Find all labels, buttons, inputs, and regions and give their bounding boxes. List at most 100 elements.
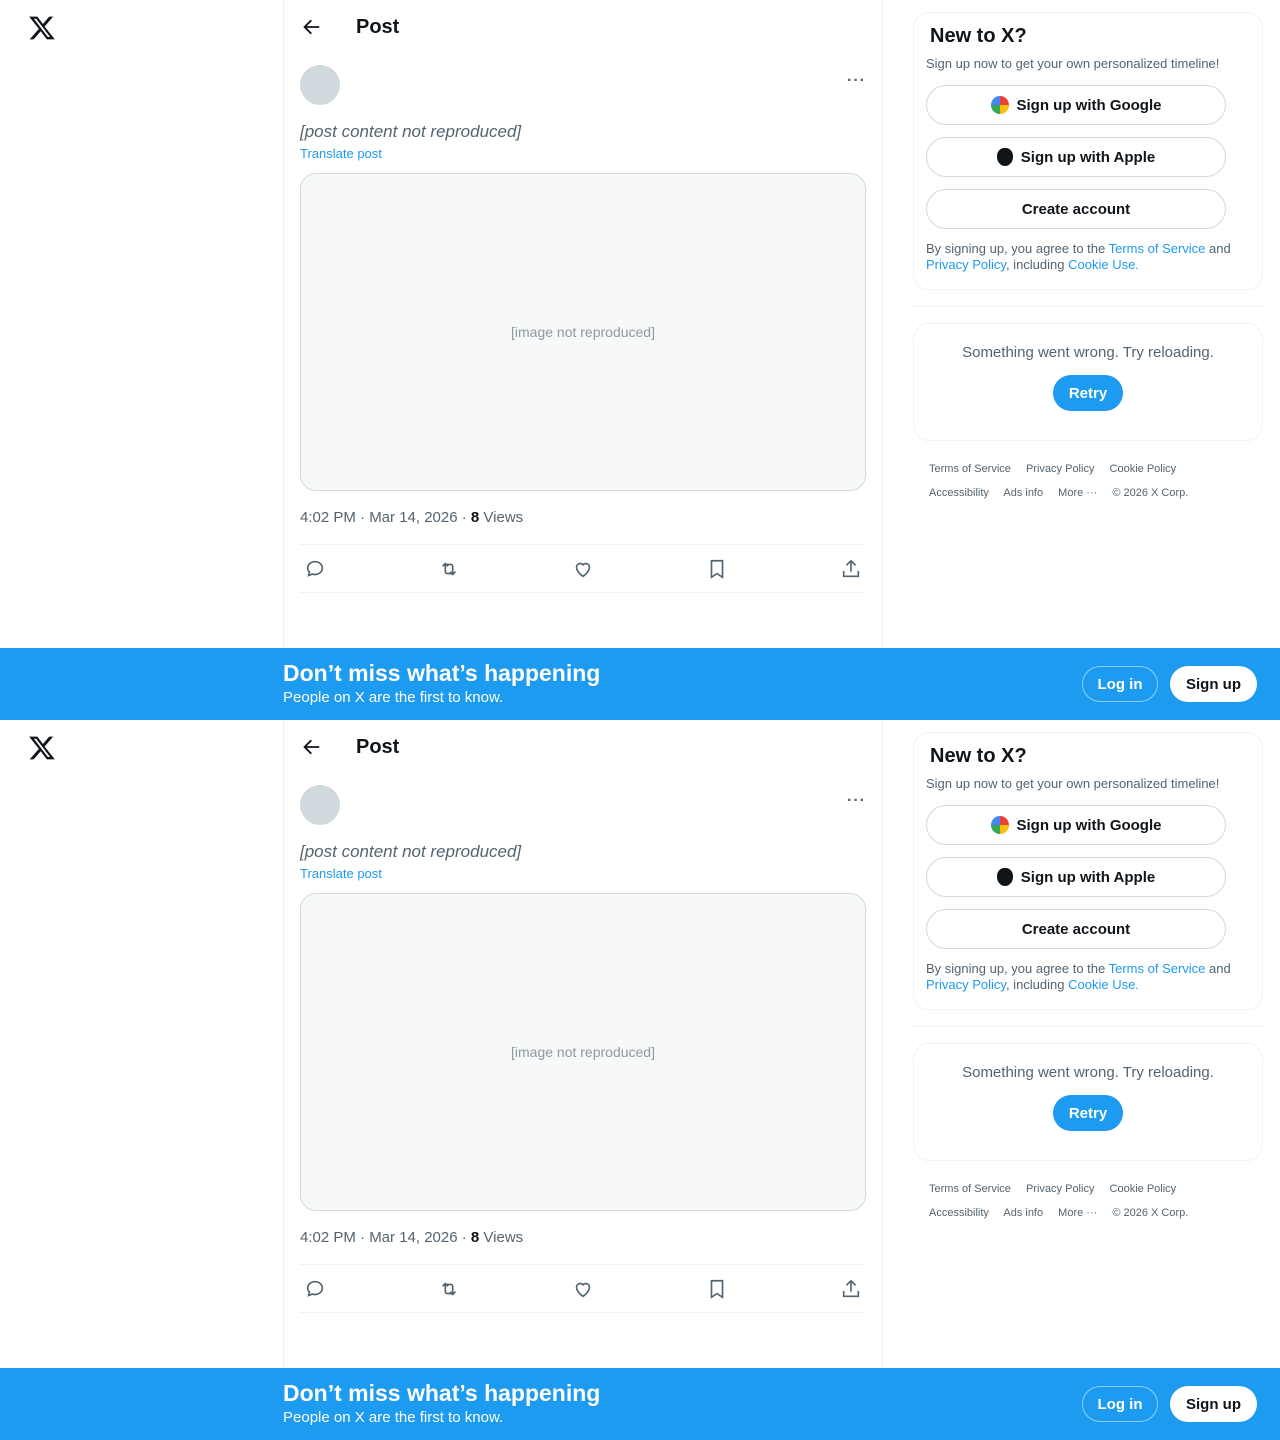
x-logo-icon[interactable]	[28, 14, 56, 42]
right-sidebar: New to X? Sign up now to get your own pe…	[913, 12, 1263, 521]
privacy-link[interactable]: Privacy Policy	[926, 977, 1006, 992]
footer-link[interactable]: Cookie Policy	[1110, 463, 1177, 475]
page-title: Post	[356, 735, 400, 758]
handle[interactable]	[348, 84, 352, 104]
repost-icon[interactable]	[438, 558, 460, 580]
views-count: 8	[470, 1229, 480, 1246]
more-options-icon[interactable]: ···	[847, 72, 866, 90]
footer-link[interactable]: Accessibility	[929, 487, 989, 499]
viewport: Post ··· [post content not reproduced] T…	[0, 0, 1280, 720]
x-logo-icon[interactable]	[28, 734, 56, 762]
footer-link[interactable]: More ···	[1058, 1207, 1097, 1219]
post-text: [post content not reproduced]	[300, 842, 522, 861]
views-label: Views	[479, 509, 524, 526]
translate-link[interactable]: Translate post	[300, 866, 866, 881]
display-name[interactable]	[348, 786, 352, 804]
google-signup-label: Sign up with Google	[1016, 96, 1162, 114]
back-arrow-icon[interactable]	[300, 16, 322, 38]
signup-subtitle: Sign up now to get your own personalized…	[926, 56, 1220, 71]
display-name[interactable]	[348, 66, 352, 84]
signup-button[interactable]: Sign up	[1170, 666, 1257, 702]
author-row: ···	[300, 784, 866, 826]
create-account-button[interactable]: Create account	[926, 909, 1226, 949]
repost-icon[interactable]	[438, 1278, 460, 1300]
apple-icon	[996, 148, 1013, 166]
timestamp[interactable]: 4:02 PM · Mar 14, 2026 ·	[300, 509, 471, 526]
post-column: Post ··· [post content not reproduced] T…	[283, 0, 883, 720]
legal-part-2: and	[1205, 961, 1231, 976]
post-header: Post	[284, 720, 882, 774]
avatar[interactable]	[300, 65, 340, 105]
signup-button[interactable]: Sign up	[1170, 1386, 1257, 1422]
error-text: Something went wrong. Try reloading.	[962, 1064, 1214, 1081]
reply-icon[interactable]	[304, 1278, 326, 1300]
timestamp[interactable]: 4:02 PM · Mar 14, 2026 ·	[300, 1229, 471, 1246]
author-names	[348, 66, 352, 104]
tos-link[interactable]: Terms of Service	[1109, 241, 1206, 256]
reply-icon[interactable]	[304, 558, 326, 580]
post-column: Post ··· [post content not reproduced] T…	[283, 720, 883, 1440]
banner-subtitle: People on X are the first to know.	[283, 689, 504, 706]
post: ··· [post content not reproduced] Transl…	[284, 54, 882, 593]
footer-link[interactable]: Terms of Service	[929, 1183, 1011, 1195]
share-icon[interactable]	[840, 558, 862, 580]
banner-title: Don’t miss what’s happening	[283, 660, 601, 686]
author-row: ···	[300, 64, 866, 106]
google-icon	[990, 96, 1009, 114]
post-media[interactable]: [image not reproduced]	[300, 173, 866, 491]
google-signup-label: Sign up with Google	[1016, 816, 1162, 834]
signup-subtitle: Sign up now to get your own personalized…	[926, 776, 1220, 791]
like-icon[interactable]	[572, 558, 594, 580]
bookmark-icon[interactable]	[706, 558, 728, 580]
retry-button[interactable]: Retry	[1052, 1095, 1124, 1131]
apple-signup-button[interactable]: Sign up with Apple	[926, 857, 1226, 897]
footer-link[interactable]: Ads info	[1003, 487, 1043, 499]
footer-link[interactable]: Cookie Policy	[1110, 1183, 1177, 1195]
create-account-button[interactable]: Create account	[926, 189, 1226, 229]
views-label: Views	[479, 1229, 524, 1246]
back-arrow-icon[interactable]	[300, 736, 322, 758]
error-text: Something went wrong. Try reloading.	[962, 344, 1214, 361]
login-button[interactable]: Log in	[1082, 1386, 1158, 1422]
right-sidebar: New to X? Sign up now to get your own pe…	[913, 732, 1263, 1241]
login-button[interactable]: Log in	[1082, 666, 1158, 702]
footer-link[interactable]: Terms of Service	[929, 463, 1011, 475]
privacy-link[interactable]: Privacy Policy	[926, 257, 1006, 272]
footer-links: Terms of Service Privacy Policy Cookie P…	[913, 1161, 1263, 1241]
legal-part-1: By signing up, you agree to the	[926, 961, 1109, 976]
retry-button[interactable]: Retry	[1052, 375, 1124, 411]
share-icon[interactable]	[840, 1278, 862, 1300]
post: ··· [post content not reproduced] Transl…	[284, 774, 882, 1313]
banner-title: Don’t miss what’s happening	[283, 1380, 601, 1406]
google-signup-button[interactable]: Sign up with Google	[926, 805, 1226, 845]
signup-card: New to X? Sign up now to get your own pe…	[913, 12, 1263, 290]
more-options-icon[interactable]: ···	[847, 792, 866, 810]
post-header: Post	[284, 0, 882, 54]
legal-text: By signing up, you agree to the Terms of…	[926, 961, 1250, 993]
legal-part-1: By signing up, you agree to the	[926, 241, 1109, 256]
apple-icon	[996, 868, 1013, 886]
action-bar	[300, 545, 866, 593]
apple-signup-label: Sign up with Apple	[1020, 148, 1156, 166]
post-media[interactable]: [image not reproduced]	[300, 893, 866, 1211]
footer-link[interactable]: Privacy Policy	[1026, 463, 1094, 475]
google-signup-button[interactable]: Sign up with Google	[926, 85, 1226, 125]
like-icon[interactable]	[572, 1278, 594, 1300]
footer-link[interactable]: More ···	[1058, 487, 1097, 499]
signup-title: New to X?	[930, 745, 1027, 767]
translate-link[interactable]: Translate post	[300, 146, 866, 161]
cookie-link[interactable]: Cookie Use.	[1068, 977, 1139, 992]
bookmark-icon[interactable]	[706, 1278, 728, 1300]
cookie-link[interactable]: Cookie Use.	[1068, 257, 1139, 272]
footer-link[interactable]: Accessibility	[929, 1207, 989, 1219]
legal-part-3: , including	[1005, 977, 1069, 992]
avatar[interactable]	[300, 785, 340, 825]
footer-link[interactable]: Ads info	[1003, 1207, 1043, 1219]
page-title: Post	[356, 15, 400, 38]
apple-signup-button[interactable]: Sign up with Apple	[926, 137, 1226, 177]
footer-link[interactable]: Privacy Policy	[1026, 1183, 1094, 1195]
author-names	[348, 786, 352, 824]
handle[interactable]	[348, 804, 352, 824]
tos-link[interactable]: Terms of Service	[1109, 961, 1206, 976]
action-bar	[300, 1265, 866, 1313]
